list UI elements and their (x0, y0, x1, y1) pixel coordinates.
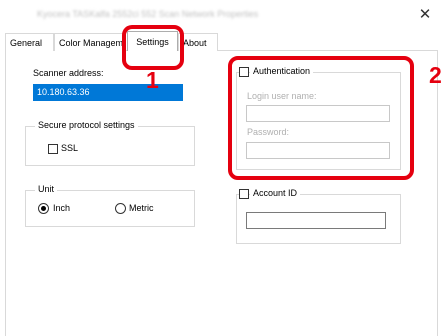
metric-label: Metric (129, 203, 154, 213)
unit-group-title: Unit (35, 184, 58, 194)
callout-2: 2 (429, 62, 442, 88)
tab-color-management[interactable]: Color Manageme (54, 33, 126, 51)
tab-general[interactable]: General (5, 33, 54, 51)
secure-protocol-group-title: Secure protocol settings (35, 120, 138, 130)
account-id-checkbox[interactable] (239, 189, 249, 199)
inch-label: Inch (53, 203, 71, 213)
callout-1: 1 (146, 67, 159, 93)
close-icon: ✕ (418, 6, 432, 23)
account-id-input[interactable] (246, 212, 386, 229)
tab-about[interactable]: About (178, 33, 218, 51)
title-bar: Kyocera TASKalfa 2552ci 552 Scan Network… (0, 0, 444, 30)
unit-group (25, 190, 195, 227)
window-title: Kyocera TASKalfa 2552ci 552 Scan Network… (37, 9, 259, 19)
highlight-settings-tab (122, 25, 184, 70)
close-button[interactable]: ✕ (414, 4, 436, 26)
scanner-address-input[interactable]: 10.180.63.36 (33, 84, 183, 101)
ssl-checkbox[interactable] (48, 144, 58, 154)
account-id-label: Account ID (250, 188, 301, 198)
scanner-address-label: Scanner address: (33, 68, 104, 78)
ssl-label: SSL (61, 143, 79, 153)
metric-radio[interactable] (115, 203, 126, 214)
highlight-authentication (228, 56, 414, 180)
inch-radio[interactable] (38, 203, 49, 214)
